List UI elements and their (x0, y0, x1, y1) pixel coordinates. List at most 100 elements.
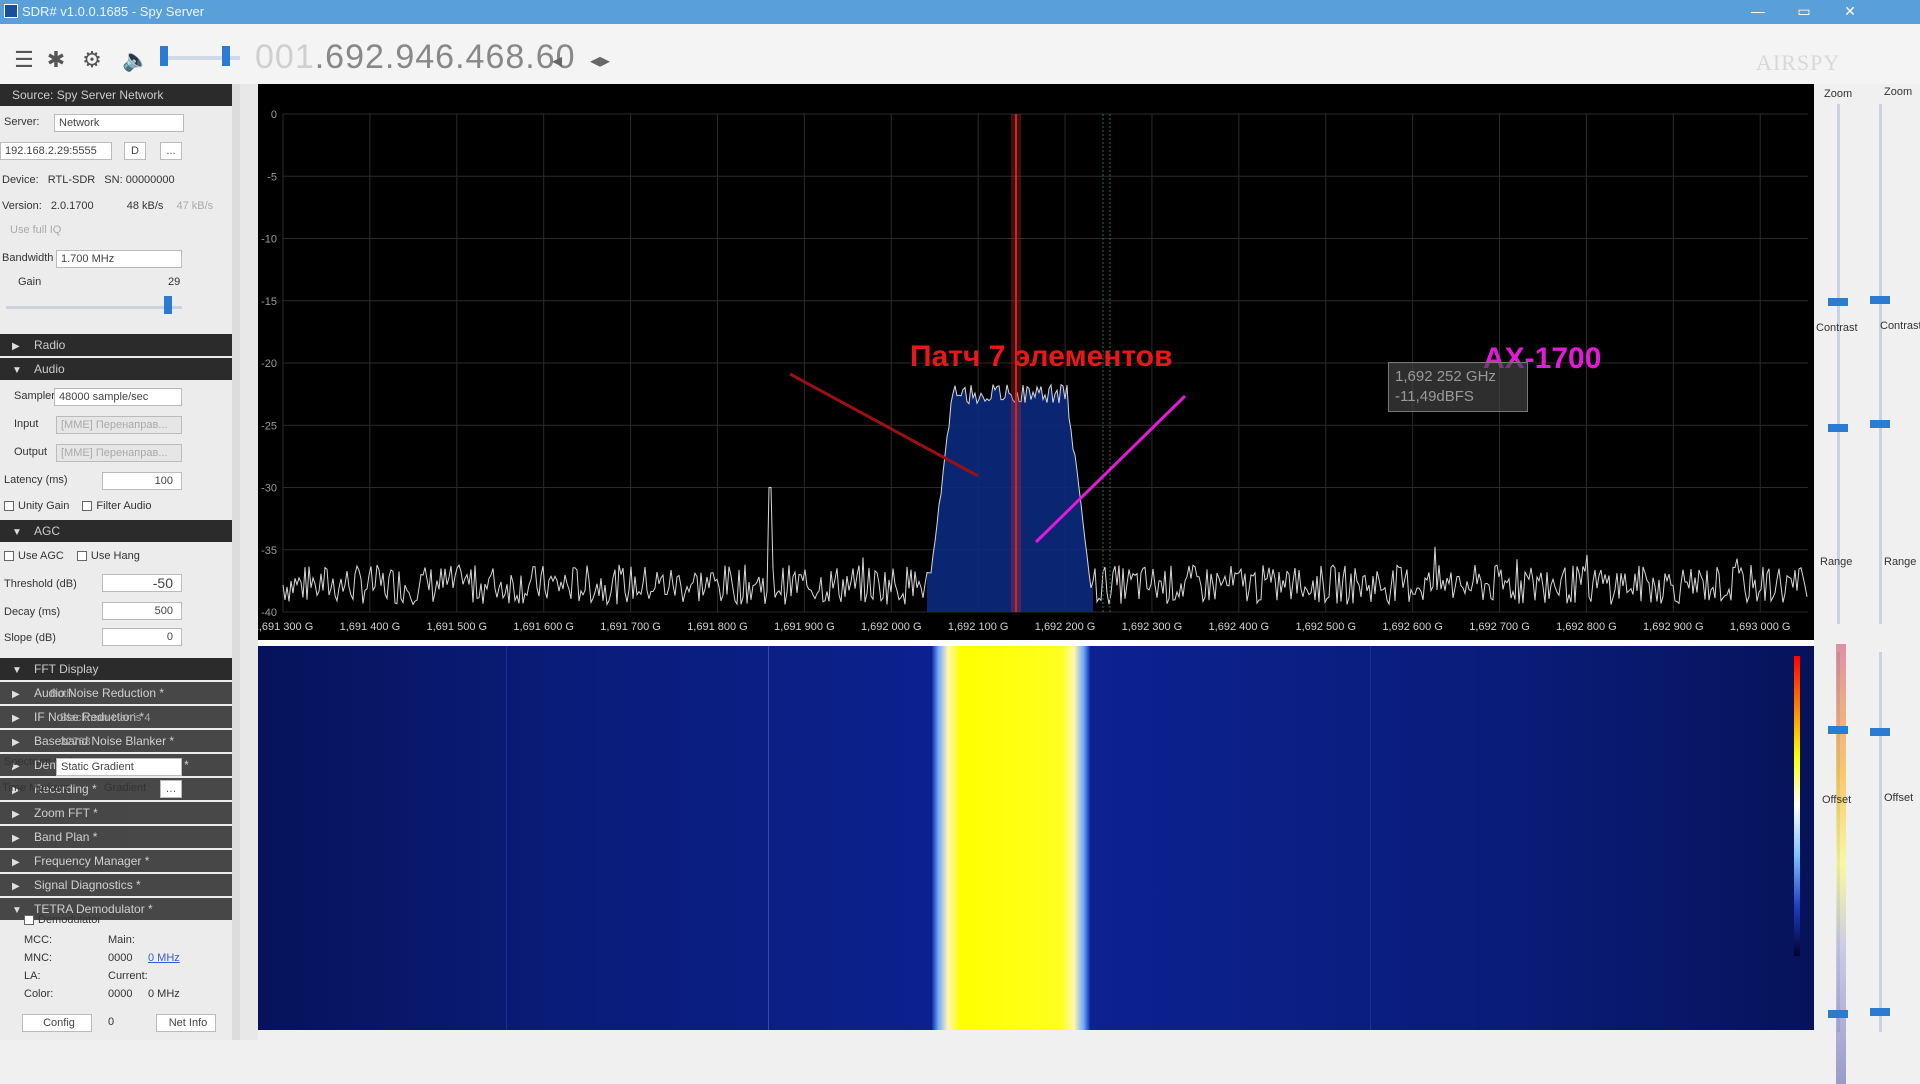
waterfall-offset-handle[interactable] (1870, 728, 1890, 736)
waterfall-display[interactable] (258, 646, 1814, 1030)
mnc-label: MNC: (24, 952, 53, 964)
window-select[interactable]: Blackman-Harris 4 (60, 712, 150, 728)
agc-header[interactable]: ▼ AGC (0, 520, 235, 542)
fft-display-header[interactable]: ▼ FFT Display (0, 658, 235, 680)
unity-gain-label: Unity Gain (18, 500, 70, 512)
squelch-slider-handle[interactable] (222, 46, 230, 66)
plugin-header-label: Frequency Manager * (34, 854, 150, 868)
radio-header[interactable]: ▶ Radio (0, 334, 235, 356)
tooltip-level: -11,49dBFS (1395, 388, 1474, 405)
plugin-header-label: Baseband Noise Blanker * (34, 734, 175, 748)
speaker-icon[interactable]: 🔈 (122, 46, 150, 74)
waterfall-level-handle-2[interactable] (1870, 1008, 1890, 1016)
panel-splitter[interactable] (240, 84, 258, 1040)
use-hang-label: Use Hang (90, 550, 140, 562)
use-hang-checkbox[interactable] (76, 551, 87, 562)
spectrum-analyzer[interactable]: 0 -5 -10 -15 -20 -25 -30 -35 -40 1,691 300 G 1,691… (258, 84, 1814, 640)
tetra-demodulator-checkbox[interactable] (24, 915, 34, 926)
unity-gain-checkbox[interactable] (4, 501, 14, 512)
connect-button[interactable]: D (124, 142, 146, 160)
play-icon[interactable]: ✱ (42, 46, 70, 74)
spectrum-offset-handle[interactable] (1828, 726, 1848, 734)
plugin-header[interactable]: ▶ Baseband Noise Blanker * (0, 730, 235, 752)
full-iq-option[interactable]: Use full IQ (10, 224, 61, 240)
gradient-button[interactable]: … (160, 780, 182, 798)
plugin-header-label: Band Plan * (34, 830, 98, 844)
frequency-display[interactable]: 001.692.946.468.60 (255, 38, 576, 77)
color-label: Color: (24, 988, 54, 1000)
spectrum-zoom-handle[interactable] (1828, 298, 1848, 306)
frequency-tick-label: 1,692 800 G (1556, 621, 1617, 633)
expand-arrow-icon: ▶ (12, 857, 20, 868)
slope-input[interactable]: 0 (102, 628, 182, 646)
plugin-header[interactable]: ▶ Signal Diagnostics * (0, 874, 235, 896)
config-button[interactable]: Config (22, 1014, 92, 1032)
output-device-select[interactable]: [MME] Перенаправ... (56, 444, 182, 462)
frequency-tick-label: 1,692 000 G (861, 621, 922, 633)
tune-down-icon[interactable]: ◂ (552, 48, 562, 73)
view-select[interactable]: Both (50, 688, 73, 704)
net-info-button[interactable]: Net Info (156, 1014, 216, 1032)
waterfall-level-handle[interactable] (1828, 1010, 1848, 1018)
spectrum-contrast-handle[interactable] (1828, 424, 1848, 432)
close-button[interactable]: ✕ (1830, 0, 1870, 24)
gain-slider-track[interactable] (6, 306, 182, 309)
audio-header[interactable]: ▼ Audio (0, 358, 235, 380)
waterfall-offset-track[interactable] (1879, 652, 1882, 1032)
spectrum-range-label: Range (1820, 556, 1853, 568)
spectrum-zoom-track[interactable] (1837, 104, 1840, 624)
plugin-header[interactable]: ▶ Zoom FFT * (0, 802, 235, 824)
samplerate-select[interactable]: 48000 sample/sec (54, 388, 182, 406)
menu-icon[interactable]: ☰ (10, 46, 38, 74)
resolution-select[interactable]: 32768 (60, 736, 91, 752)
spectrum-contrast-label: Contrast (1816, 322, 1858, 334)
collapse-arrow-icon: ▼ (12, 527, 22, 538)
waterfall-contrast-handle[interactable] (1870, 420, 1890, 428)
plugin-header[interactable]: ▶ Audio Noise Reduction * (0, 682, 235, 704)
server-select[interactable]: Network (54, 114, 184, 132)
latency-input[interactable]: 100 (102, 472, 182, 490)
server-address-field[interactable]: 192.168.2.29:5555 (0, 142, 112, 160)
waterfall-zoom-track[interactable] (1879, 104, 1882, 624)
db-tick-label: -30 (261, 483, 277, 495)
device-row: Device: RTL-SDR SN: 00000000 (2, 174, 175, 190)
input-device-select[interactable]: [MME] Перенаправ... (56, 416, 182, 434)
expand-arrow-icon: ▶ (12, 713, 20, 724)
main-label: Main: (108, 934, 135, 946)
device-value: RTL-SDR (47, 174, 96, 186)
annotation-patch-antenna: Патч 7 элементов (910, 340, 1173, 373)
plugin-header-label: Zoom FFT * (34, 806, 98, 820)
waterfall-gradient-bar (1836, 644, 1846, 1084)
maximize-button[interactable]: ▭ (1784, 0, 1824, 24)
use-agc-checkbox[interactable] (4, 551, 14, 562)
gear-icon[interactable]: ⚙ (78, 46, 106, 74)
frequency-tick-label: 1,692 500 G (1295, 621, 1356, 633)
airspy-logo: AIRSPY (1756, 50, 1841, 75)
decay-input[interactable]: 500 (102, 602, 182, 620)
plugin-header[interactable]: ▶ Frequency Manager * (0, 850, 235, 872)
server-browse-button[interactable]: ... (160, 142, 182, 160)
bandwidth-select[interactable]: 1.700 MHz (56, 250, 182, 268)
agc-options-row: Use AGC Use Hang (4, 550, 140, 566)
version-label: Version: (2, 200, 42, 212)
spectrum-style-select[interactable]: Static Gradient (56, 758, 182, 776)
filter-audio-checkbox[interactable] (82, 501, 93, 512)
slope-label: Slope (dB) (4, 632, 56, 644)
minimize-button[interactable]: — (1738, 0, 1778, 24)
frequency-tick-label: 1,692 100 G (948, 621, 1009, 633)
plugin-header[interactable]: ▶ Band Plan * (0, 826, 235, 848)
db-tick-label: -15 (261, 296, 277, 308)
audio-header-label: Audio (34, 362, 65, 376)
volume-slider-handle[interactable] (160, 46, 168, 66)
gain-slider-handle[interactable] (164, 296, 172, 314)
mnc-frequency-link[interactable]: 0 MHz (148, 952, 180, 968)
db-tick-label: -10 (261, 234, 277, 246)
expand-arrow-icon: ▶ (12, 737, 20, 748)
tune-step-icon[interactable]: ◂▸ (590, 48, 610, 73)
left-panel-scrollbar[interactable] (232, 84, 240, 1040)
cursor-tooltip: 1,692 252 GHz -11,49dBFS (1388, 362, 1528, 412)
collapse-arrow-icon: ▼ (12, 365, 22, 376)
source-header[interactable]: Source: Spy Server Network (0, 84, 235, 106)
waterfall-zoom-handle[interactable] (1870, 296, 1890, 304)
threshold-input[interactable]: -50 (102, 574, 182, 592)
